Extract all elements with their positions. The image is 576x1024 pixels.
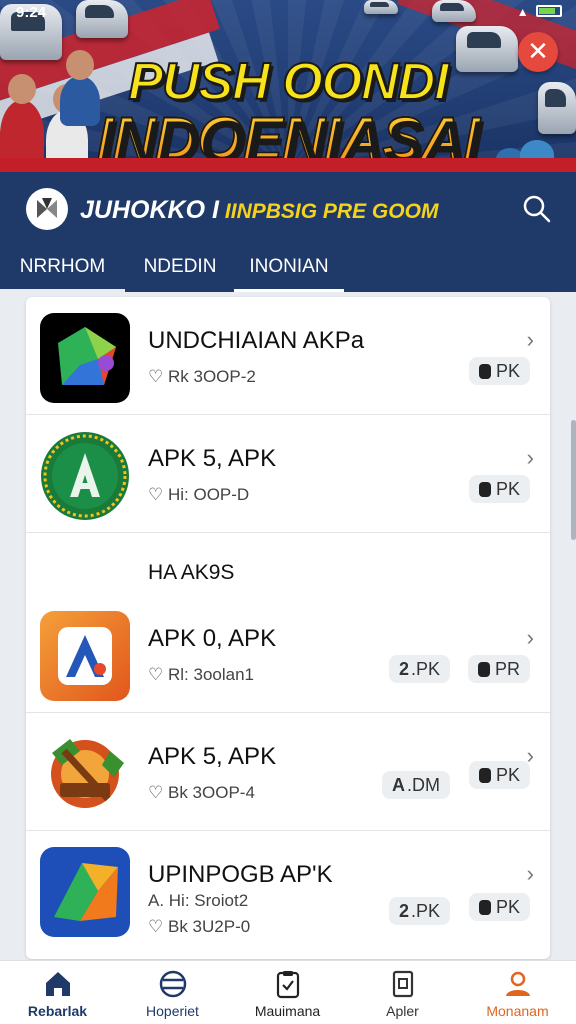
download-badge[interactable]: PK — [468, 761, 530, 789]
close-icon: ✕ — [527, 36, 549, 66]
nav-apler[interactable]: Apler — [345, 961, 460, 1024]
app-icon — [40, 431, 130, 521]
clipboard-icon — [276, 971, 299, 999]
app-icon — [40, 729, 130, 819]
list-item[interactable]: APK 5, APK ♡ Bk 3OOP-4 › A .DM PK — [26, 713, 550, 831]
app-icon — [40, 313, 130, 403]
app-title: UNDCHIAIAN AKPa — [148, 327, 365, 354]
app-title: UPINPOGB AP'K — [148, 861, 333, 888]
status-time: 9:24 — [16, 4, 47, 21]
app-header: JUHOKKO I IINPBSIG PRE GOOM NRRHOM NDEDIN… — [0, 172, 576, 292]
tab-inonian[interactable]: INONIAN — [234, 250, 344, 292]
nav-label: Mauimana — [254, 1003, 321, 1019]
scrollbar[interactable] — [571, 420, 576, 540]
app-meta-secondary: ♡ Bk 3U2P-0 — [148, 917, 251, 936]
list-item[interactable]: APK 5, APK ♡ Hi: OOP-D › PK — [26, 415, 550, 533]
app-title: APK 0, APK — [148, 625, 277, 652]
logo-icon — [37, 198, 57, 218]
app-list: UNDCHIAIAN AKPa ♡ Rk 3OOP-2 › PK APK 5, … — [26, 297, 550, 959]
section-title: HA AK9S — [148, 561, 235, 584]
nav-label: Monanam — [486, 1003, 549, 1019]
download-badge[interactable]: PR — [467, 655, 530, 683]
list-item[interactable]: APK 0, APK ♡ Rl: 3oolan1 › 2 .PK PR — [26, 595, 550, 713]
download-badge[interactable]: PK — [468, 893, 530, 921]
brand-tagline: IINPBSIG PRE GOOM — [224, 200, 439, 223]
status-icons: ▲ — [517, 5, 562, 19]
brand-name: JUHOKKO I — [80, 196, 219, 224]
app-meta: ♡ Rl: 3oolan1 — [148, 665, 254, 684]
app-meta: ♡ Bk 3OOP-4 — [148, 783, 255, 802]
heart-icon: ♡ — [148, 485, 164, 504]
heart-icon: ♡ — [148, 367, 164, 386]
promo-banner[interactable]: 9:24 ▲ PUSH OONDI INDOENIASAI ✕ — [0, 0, 576, 172]
app-title: APK 5, APK — [148, 445, 277, 472]
chevron-right-icon: › — [526, 861, 534, 886]
chevron-right-icon: › — [526, 445, 534, 470]
app-icon — [40, 611, 130, 701]
battery-icon — [536, 5, 562, 17]
app-meta: ♡ Rk 3OOP-2 — [148, 367, 256, 386]
banner-bottom-stripe — [0, 158, 576, 172]
globe-icon — [159, 970, 186, 998]
chevron-right-icon: › — [526, 327, 534, 352]
tab-nrrhom[interactable]: NRRHOM — [0, 250, 125, 292]
tab-bar: NRRHOM NDEDIN INONIAN — [0, 250, 576, 292]
nav-hoperiet[interactable]: Hoperiet — [115, 961, 230, 1024]
list-item[interactable]: UPINPOGB AP'K A. Hi: Sroiot2 ♡ Bk 3U2P-0… — [26, 831, 550, 959]
tab-ndedin[interactable]: NDEDIN — [130, 250, 230, 292]
app-title: APK 5, APK — [148, 743, 277, 770]
profile-icon — [505, 971, 530, 996]
download-badge[interactable]: PK — [468, 475, 530, 503]
nav-label: Hoperiet — [146, 1003, 199, 1019]
nav-label: Rebarlak — [27, 1003, 88, 1019]
app-icon — [40, 847, 130, 937]
banner-headline-line1: PUSH OONDI — [127, 52, 449, 112]
close-banner-button[interactable]: ✕ — [518, 32, 558, 72]
app-logo[interactable] — [26, 188, 68, 230]
size-badge[interactable]: 2 .PK — [388, 655, 450, 683]
wifi-icon: ▲ — [516, 5, 531, 19]
heart-icon: ♡ — [148, 917, 164, 936]
app-meta: ♡ Hi: OOP-D — [148, 485, 250, 504]
home-icon — [45, 972, 70, 996]
nav-label: Apler — [386, 1003, 419, 1019]
nav-mauimana[interactable]: Mauimana — [230, 961, 345, 1024]
size-badge[interactable]: 2 .PK — [388, 897, 450, 925]
size-badge[interactable]: A .DM — [382, 771, 450, 799]
heart-icon: ♡ — [148, 783, 164, 802]
heart-icon: ♡ — [148, 665, 164, 684]
nav-home[interactable]: Rebarlak — [0, 961, 115, 1024]
chevron-right-icon: › — [526, 625, 534, 650]
app-meta: A. Hi: Sroiot2 — [148, 891, 249, 910]
download-badge[interactable]: PK — [468, 357, 530, 385]
search-button[interactable] — [522, 194, 552, 224]
search-icon — [523, 195, 551, 223]
app-title: JUHOKKO I IINPBSIG PRE GOOM — [80, 196, 438, 225]
list-item[interactable]: UNDCHIAIAN AKPa ♡ Rk 3OOP-2 › PK — [26, 297, 550, 415]
nav-profile[interactable]: Monanam — [460, 961, 575, 1024]
status-bar: 9:24 ▲ — [0, 2, 576, 24]
document-icon — [392, 970, 413, 998]
bottom-navigation: Rebarlak Hoperiet Mauimana Apler Monanam — [0, 960, 576, 1024]
